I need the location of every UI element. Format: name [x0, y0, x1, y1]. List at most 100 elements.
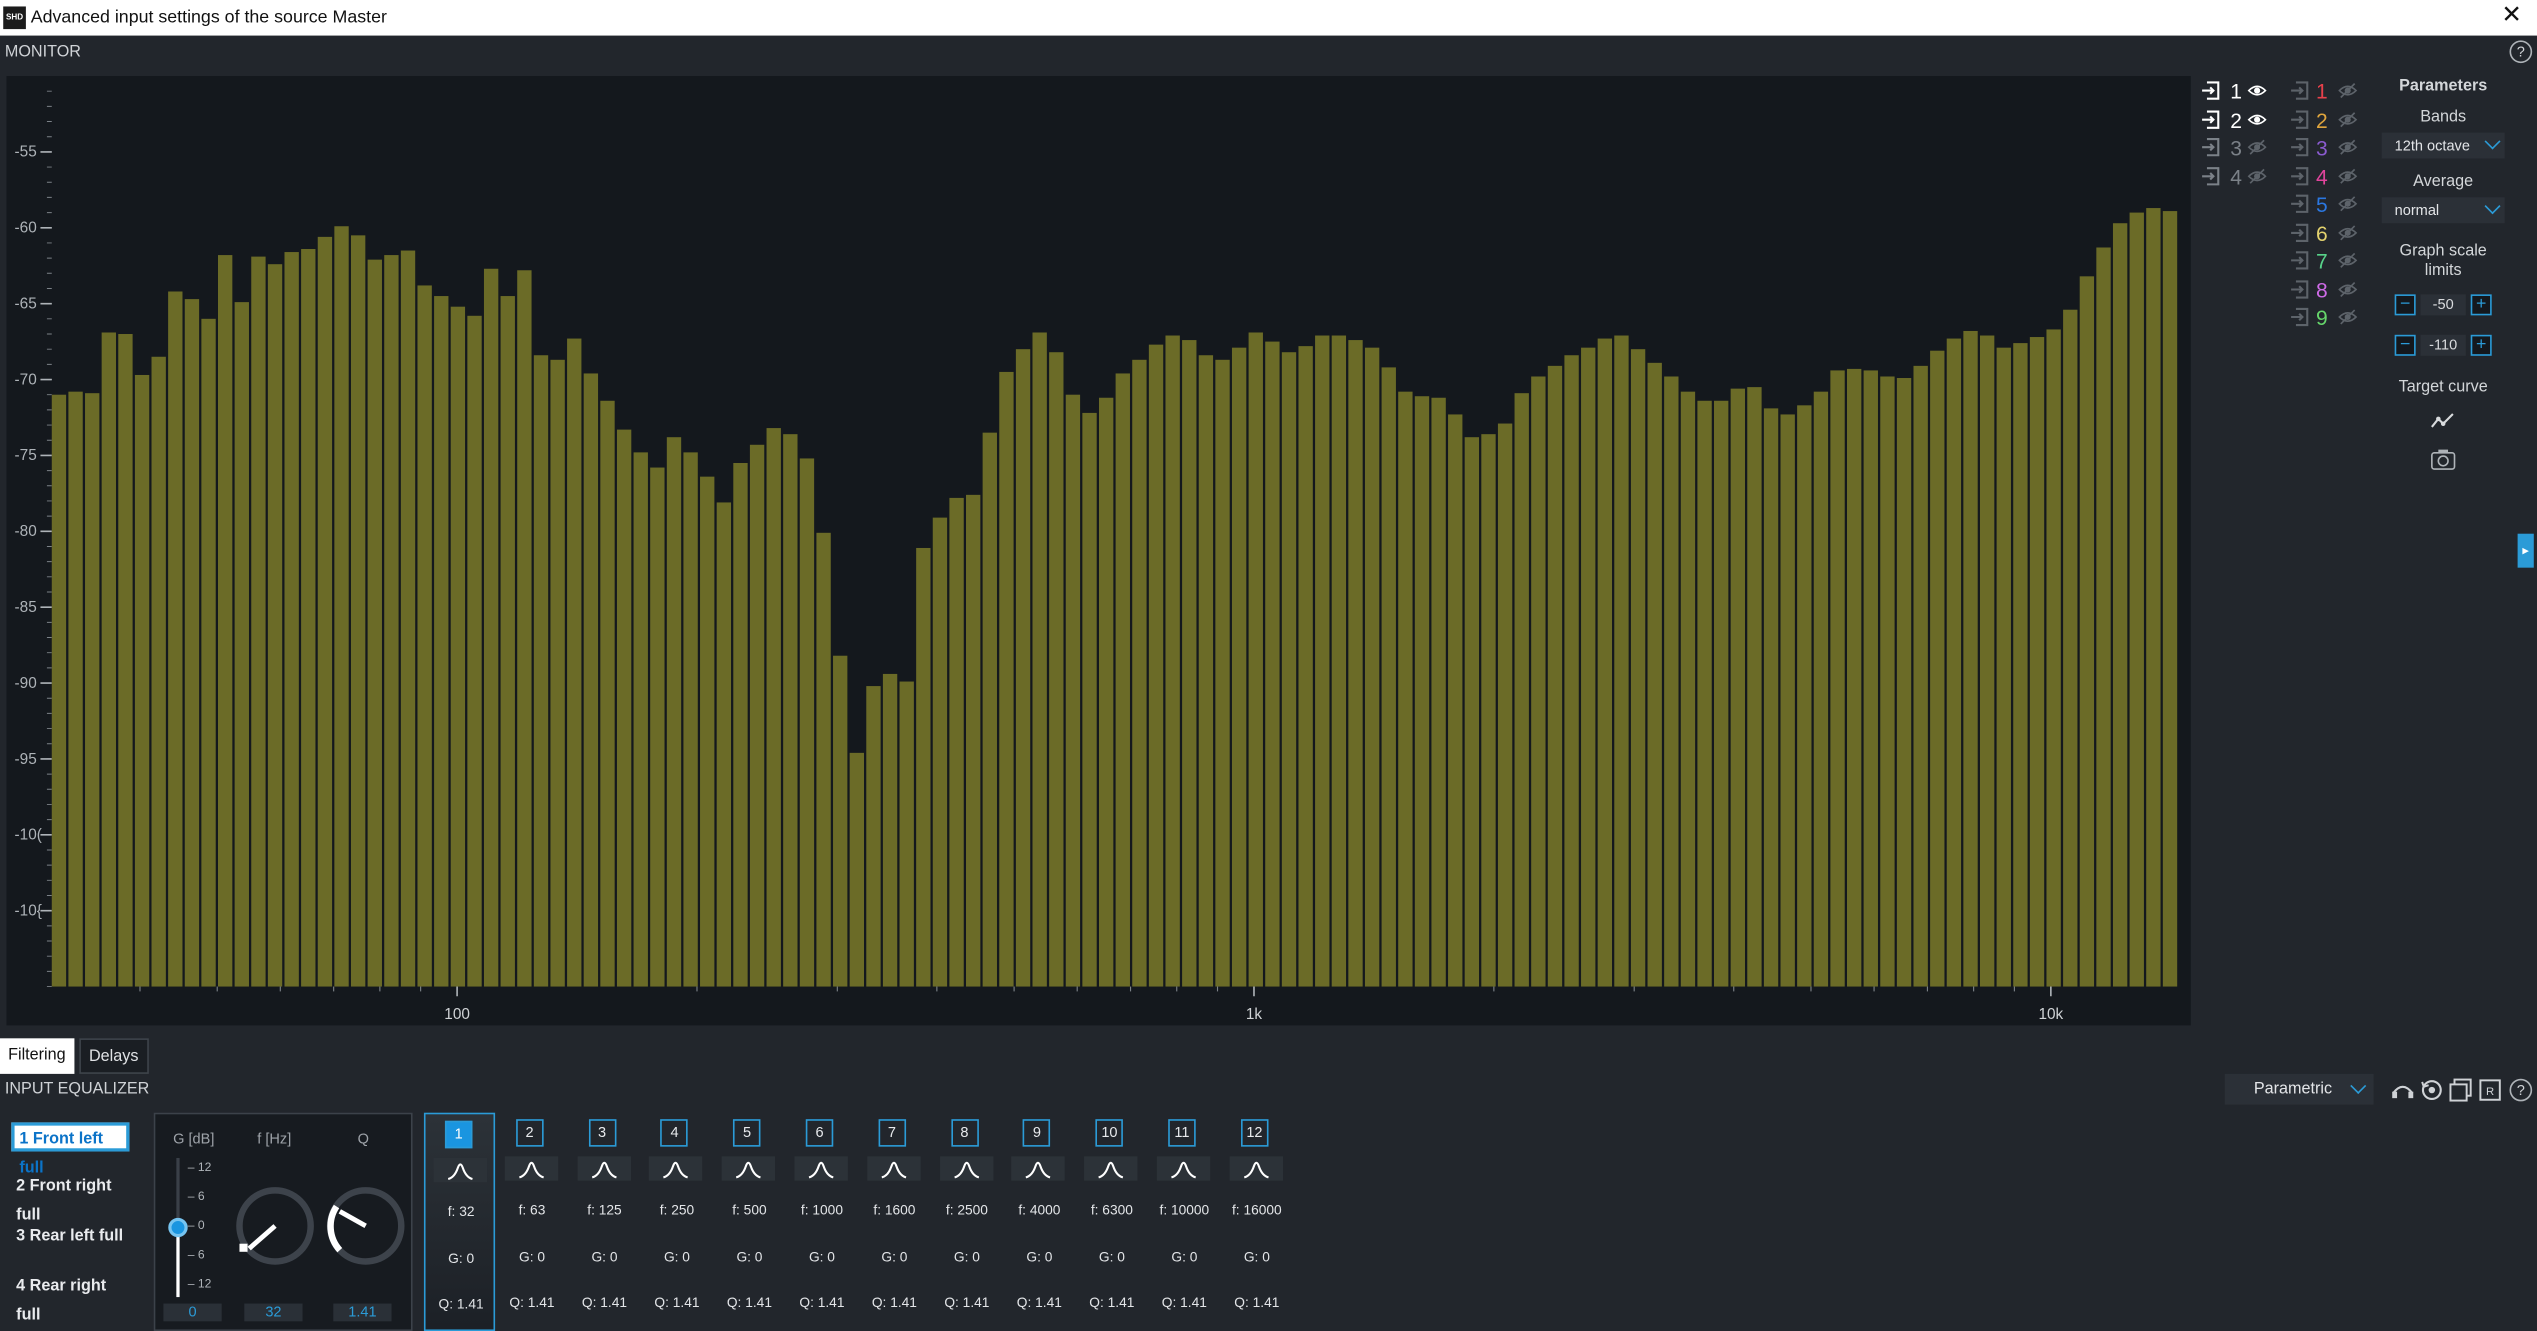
- band-number-button[interactable]: 12: [1240, 1119, 1269, 1147]
- input-source-4[interactable]: 4: [2200, 163, 2267, 190]
- q-knob[interactable]: [324, 1184, 408, 1268]
- tab-delays[interactable]: Delays: [79, 1038, 149, 1074]
- eye-off-icon[interactable]: [2338, 109, 2358, 128]
- eq-band-7[interactable]: 7 f: 1600 G: 0 Q: 1.41: [859, 1113, 930, 1331]
- eye-off-icon[interactable]: [2247, 137, 2267, 156]
- eq-band-3[interactable]: 3 f: 125 G: 0 Q: 1.41: [569, 1113, 640, 1331]
- eq-band-12[interactable]: 12 f: 16000 G: 0 Q: 1.41: [1221, 1113, 1292, 1331]
- band-filter-type[interactable]: [939, 1156, 993, 1181]
- eye-off-icon[interactable]: [2338, 279, 2358, 298]
- output-source-3[interactable]: 3: [2289, 134, 2363, 161]
- eq-band-1[interactable]: 1 f: 32 G: 0 Q: 1.41: [423, 1112, 496, 1331]
- band-number-button[interactable]: 1: [444, 1120, 473, 1149]
- speaker-item[interactable]: 4 Rear right full: [11, 1273, 129, 1325]
- eq-band-11[interactable]: 11 f: 10000 G: 0 Q: 1.41: [1149, 1113, 1220, 1331]
- scale-max-value[interactable]: -50: [2420, 294, 2466, 316]
- band-number-button[interactable]: 4: [660, 1119, 689, 1147]
- eye-off-icon[interactable]: [2338, 137, 2358, 156]
- output-source-8[interactable]: 8: [2289, 276, 2363, 303]
- band-filter-type[interactable]: [1156, 1156, 1211, 1181]
- spectrum-bar: [284, 252, 299, 987]
- output-source-1[interactable]: 1: [2289, 78, 2363, 105]
- scale-max-minus-button[interactable]: −: [2394, 294, 2416, 316]
- eq-band-8[interactable]: 8 f: 2500 G: 0 Q: 1.41: [931, 1113, 1002, 1331]
- band-number-button[interactable]: 10: [1095, 1119, 1124, 1147]
- band-filter-type[interactable]: [433, 1157, 488, 1183]
- scale-min-value[interactable]: -110: [2420, 334, 2466, 356]
- speaker-item[interactable]: 2 Front right full: [11, 1173, 129, 1224]
- band-number-button[interactable]: 6: [805, 1119, 834, 1147]
- band-filter-type[interactable]: [1011, 1156, 1066, 1181]
- eye-off-icon[interactable]: [2247, 166, 2267, 185]
- q-value[interactable]: 1.41: [333, 1303, 392, 1322]
- speaker-item[interactable]: 3 Rear left full: [11, 1223, 129, 1252]
- band-filter-type[interactable]: [794, 1156, 848, 1181]
- output-source-5[interactable]: 5: [2289, 191, 2363, 218]
- paste-icon[interactable]: R: [2477, 1077, 2503, 1103]
- output-source-number: 3: [2315, 135, 2328, 161]
- band-filter-type[interactable]: [504, 1156, 558, 1181]
- eq-band-2[interactable]: 2 f: 63 G: 0 Q: 1.41: [496, 1113, 567, 1331]
- eye-off-icon[interactable]: [2338, 251, 2358, 270]
- input-source-1[interactable]: 1: [2200, 78, 2267, 105]
- eye-off-icon[interactable]: [2338, 307, 2358, 326]
- spectrum-bar: [1946, 338, 1962, 987]
- target-curve-icon[interactable]: [2430, 409, 2456, 432]
- speaker-item[interactable]: 1 Front left full: [11, 1122, 130, 1177]
- expand-panel-button[interactable]: ▸: [2517, 533, 2534, 568]
- eye-off-icon[interactable]: [2338, 81, 2358, 100]
- eye-off-icon[interactable]: [2338, 222, 2358, 241]
- eq-band-5[interactable]: 5 f: 500 G: 0 Q: 1.41: [714, 1113, 785, 1331]
- tab-filtering[interactable]: Filtering: [0, 1038, 74, 1074]
- reset-icon[interactable]: [2419, 1077, 2445, 1103]
- copy-icon[interactable]: [2448, 1077, 2474, 1103]
- eq-band-9[interactable]: 9 f: 4000 G: 0 Q: 1.41: [1004, 1113, 1075, 1331]
- bands-select[interactable]: 12th octave: [2381, 132, 2505, 159]
- band-gain: G: 0: [953, 1248, 980, 1265]
- band-filter-type[interactable]: [1229, 1156, 1283, 1181]
- band-filter-type[interactable]: [649, 1156, 703, 1181]
- band-filter-type[interactable]: [1084, 1156, 1138, 1181]
- scale-min-minus-button[interactable]: −: [2394, 334, 2416, 356]
- eq-band-4[interactable]: 4 f: 250 G: 0 Q: 1.41: [641, 1113, 712, 1331]
- band-number-button[interactable]: 3: [588, 1119, 616, 1147]
- eye-icon[interactable]: [2247, 109, 2267, 128]
- eq-band-6[interactable]: 6 f: 1000 G: 0 Q: 1.41: [786, 1113, 857, 1331]
- band-filter-type[interactable]: [721, 1156, 776, 1181]
- output-source-2[interactable]: 2: [2289, 106, 2363, 133]
- frequency-value[interactable]: 32: [244, 1303, 303, 1322]
- band-filter-type[interactable]: [576, 1156, 631, 1181]
- output-source-4[interactable]: 4: [2289, 163, 2363, 190]
- band-number-button[interactable]: 7: [878, 1119, 906, 1147]
- eye-off-icon[interactable]: [2338, 166, 2358, 185]
- close-button[interactable]: ✕: [2501, 2, 2521, 31]
- output-source-9[interactable]: 9: [2289, 304, 2363, 331]
- input-source-2[interactable]: 2: [2200, 106, 2267, 133]
- chevron-down-icon: [2484, 198, 2501, 215]
- band-filter-type[interactable]: [866, 1156, 921, 1181]
- eye-icon[interactable]: [2247, 81, 2267, 100]
- gain-value[interactable]: 0: [163, 1303, 222, 1322]
- band-number-button[interactable]: 2: [515, 1119, 544, 1147]
- input-source-3[interactable]: 3: [2200, 134, 2267, 161]
- spectrum-bar: [1531, 376, 1546, 987]
- scale-min-plus-button[interactable]: +: [2470, 334, 2492, 356]
- eq-band-10[interactable]: 10 f: 6300 G: 0 Q: 1.41: [1076, 1113, 1147, 1331]
- help-icon[interactable]: ?: [2509, 40, 2533, 64]
- frequency-knob[interactable]: [233, 1184, 317, 1268]
- band-number-button[interactable]: 11: [1168, 1119, 1196, 1147]
- listen-icon[interactable]: [2390, 1077, 2416, 1103]
- camera-icon[interactable]: [2430, 448, 2456, 471]
- equalizer-help-icon[interactable]: ?: [2509, 1078, 2533, 1102]
- band-number-button[interactable]: 8: [950, 1119, 979, 1147]
- scale-max-plus-button[interactable]: +: [2470, 294, 2492, 316]
- output-source-7[interactable]: 7: [2289, 247, 2363, 274]
- eye-off-icon[interactable]: [2338, 194, 2358, 213]
- gain-slider-handle[interactable]: [168, 1217, 188, 1238]
- average-select[interactable]: normal: [2381, 197, 2505, 224]
- band-number-button[interactable]: 5: [733, 1119, 761, 1147]
- band-number-button[interactable]: 9: [1023, 1119, 1051, 1147]
- output-source-6[interactable]: 6: [2289, 219, 2363, 246]
- band-gain: G: 0: [1171, 1248, 1198, 1265]
- eq-mode-select[interactable]: Parametric: [2224, 1073, 2374, 1105]
